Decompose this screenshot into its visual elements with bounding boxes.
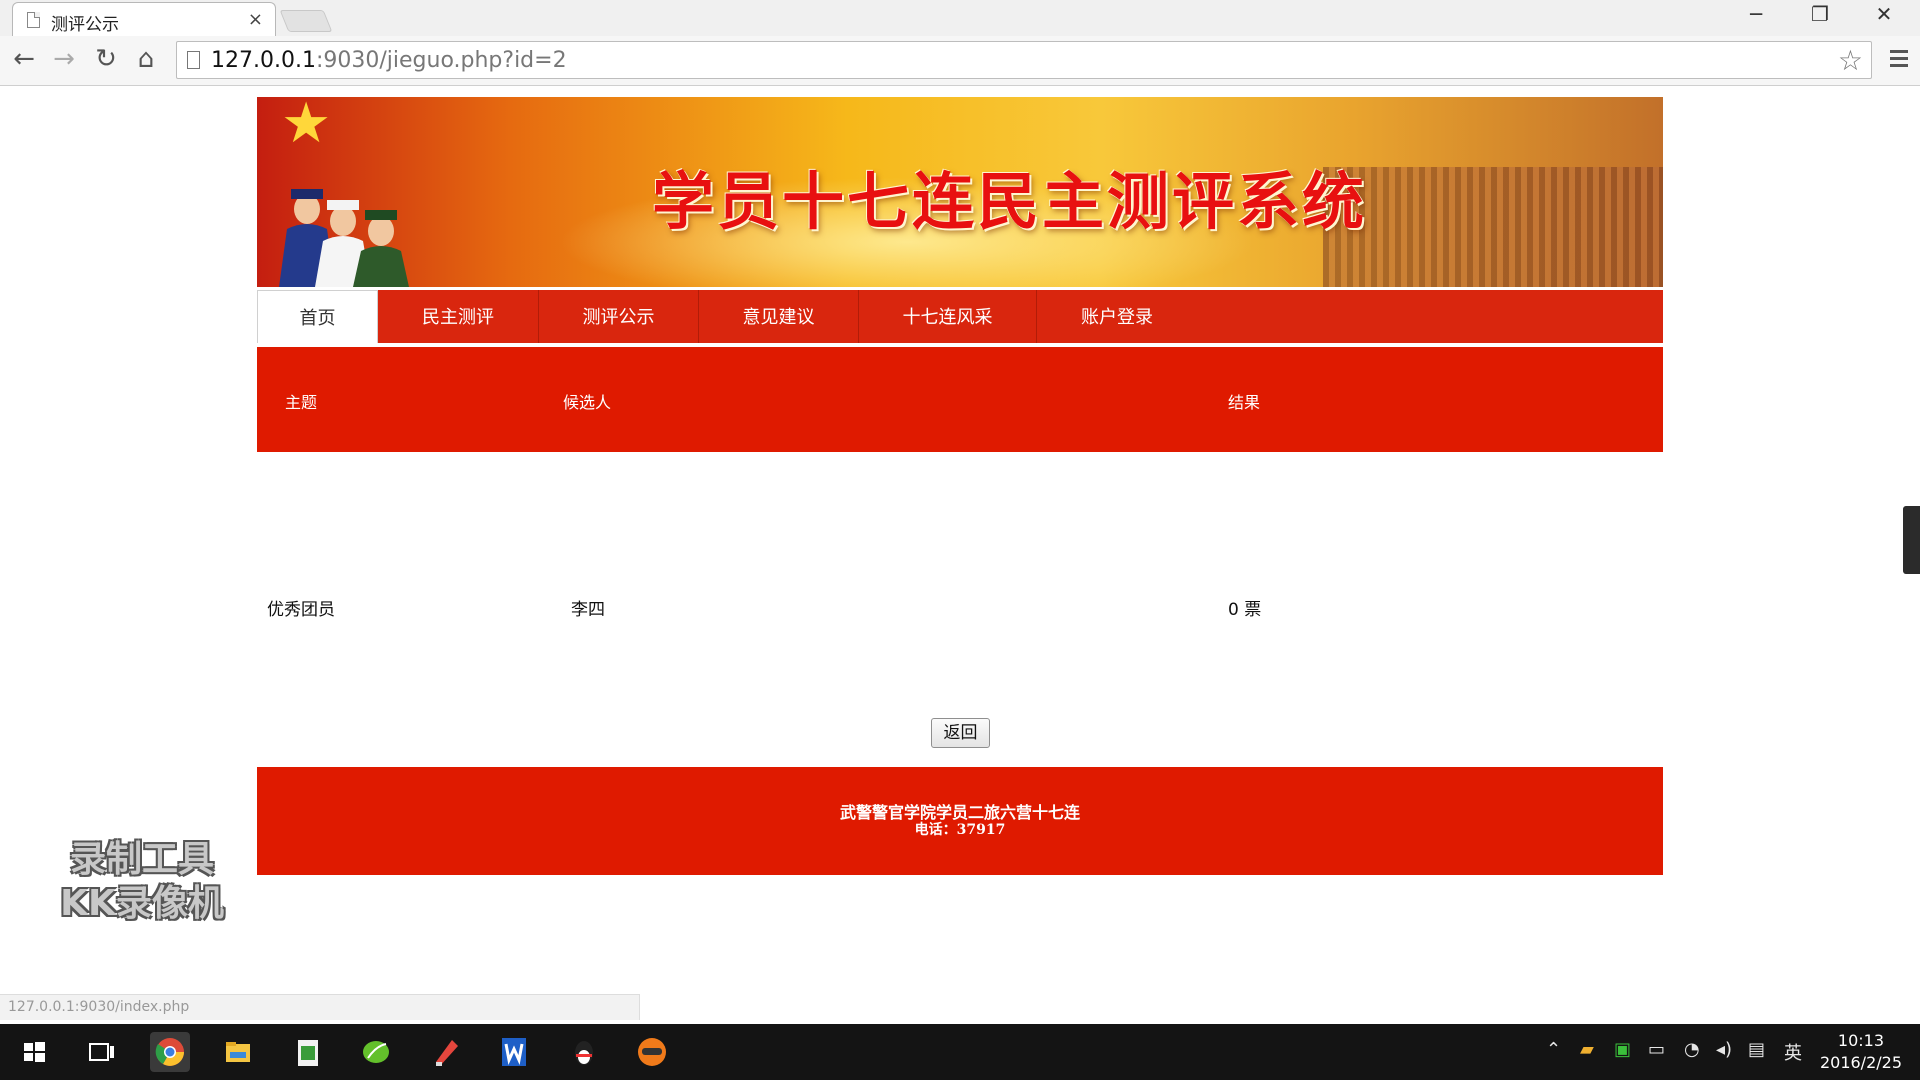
nav-gallery[interactable]: 十七连风采 (859, 290, 1037, 343)
system-clock[interactable]: 10:13 2016/2/25 (1820, 1030, 1902, 1074)
tab-close-icon[interactable]: × (248, 9, 263, 30)
volume-icon[interactable]: ◂) (1716, 1039, 1732, 1060)
reload-icon[interactable]: ↻ (90, 44, 122, 76)
column-candidate: 候选人 (563, 393, 612, 412)
wps-writer-icon[interactable] (494, 1032, 534, 1072)
tray-app-icon[interactable]: ▰ (1580, 1039, 1594, 1060)
column-result: 结果 (1228, 393, 1261, 412)
status-url-bar: 127.0.0.1:9030/index.php (0, 994, 640, 1020)
side-panel-handle[interactable] (1903, 506, 1920, 574)
file-explorer-icon[interactable] (218, 1032, 258, 1072)
home-icon[interactable]: ⌂ (130, 44, 162, 76)
nav-results[interactable]: 测评公示 (539, 290, 699, 343)
row-result: 0 票 (1228, 600, 1262, 620)
input-method-indicator[interactable]: 英 (1784, 1039, 1802, 1065)
results-table-header: 主题 候选人 结果 (257, 347, 1663, 452)
soldiers-image (279, 189, 409, 287)
nav-suggestions[interactable]: 意见建议 (699, 290, 859, 343)
windows-start-icon[interactable] (14, 1032, 54, 1072)
network-icon[interactable]: ◔ (1684, 1039, 1700, 1060)
restore-button[interactable]: ❐ (1800, 2, 1840, 26)
tray-overflow-icon[interactable]: ⌃ (1546, 1039, 1561, 1060)
nav-evaluation[interactable]: 民主测评 (378, 290, 539, 343)
row-candidate: 李四 (571, 600, 605, 620)
back-arrow-icon[interactable]: ← (8, 44, 40, 76)
site-footer: 武警警官学院学员二旅六营十七连 电话：37917 (257, 767, 1663, 875)
spreadsheet-icon[interactable] (288, 1032, 328, 1072)
site-title: 学员十七连民主测评系统 (652, 165, 1368, 238)
battery-icon[interactable]: ▭ (1648, 1039, 1665, 1060)
green-leaf-icon[interactable] (356, 1032, 396, 1072)
new-tab-button[interactable] (279, 10, 333, 32)
site-banner: ★ 学员十七连民主测评系统 (257, 97, 1663, 287)
notification-icon[interactable]: ▤ (1748, 1039, 1765, 1060)
nav-login[interactable]: 账户登录 (1037, 290, 1197, 343)
tray-security-icon[interactable]: ▣ (1614, 1039, 1631, 1060)
back-button[interactable]: 返回 (931, 718, 990, 748)
main-nav: 首页 民主测评 测评公示 意见建议 十七连风采 账户登录 (257, 290, 1663, 343)
recorder-watermark: 录制工具 KK录像机 (60, 839, 224, 924)
browser-tab-strip: 测评公示 × ─ ❐ ✕ (0, 0, 1920, 36)
minimize-button[interactable]: ─ (1736, 2, 1776, 26)
tab-title: 测评公示 (51, 15, 119, 35)
forward-arrow-icon[interactable]: → (48, 44, 80, 76)
menu-icon[interactable] (1890, 50, 1908, 68)
address-url[interactable]: 127.0.0.1:9030/jieguo.php?id=2 (211, 48, 567, 73)
row-topic: 优秀团员 (267, 600, 335, 620)
close-window-button[interactable]: ✕ (1864, 2, 1904, 26)
browser-toolbar: ← → ↻ ⌂ 127.0.0.1:9030/jieguo.php?id=2 ☆ (0, 36, 1920, 86)
page-icon (187, 51, 200, 69)
nav-home[interactable]: 首页 (257, 290, 378, 343)
browser-tab[interactable]: 测评公示 × (12, 2, 276, 36)
chrome-icon[interactable] (150, 1032, 190, 1072)
column-topic: 主题 (285, 393, 318, 412)
qq-icon[interactable] (564, 1032, 604, 1072)
orange-app-icon[interactable] (632, 1032, 672, 1072)
address-bar[interactable]: 127.0.0.1:9030/jieguo.php?id=2 ☆ (176, 41, 1872, 79)
marching-troops-image (1323, 167, 1663, 287)
bookmark-star-icon[interactable]: ☆ (1838, 44, 1863, 77)
page-icon (27, 12, 40, 28)
windows-taskbar: ⌃ ▰ ▣ ▭ ◔ ◂) ▤ 英 10:13 2016/2/25 (0, 1024, 1920, 1080)
task-view-icon[interactable] (82, 1032, 122, 1072)
pen-app-icon[interactable] (426, 1032, 466, 1072)
footer-phone: 电话：37917 (914, 822, 1006, 838)
